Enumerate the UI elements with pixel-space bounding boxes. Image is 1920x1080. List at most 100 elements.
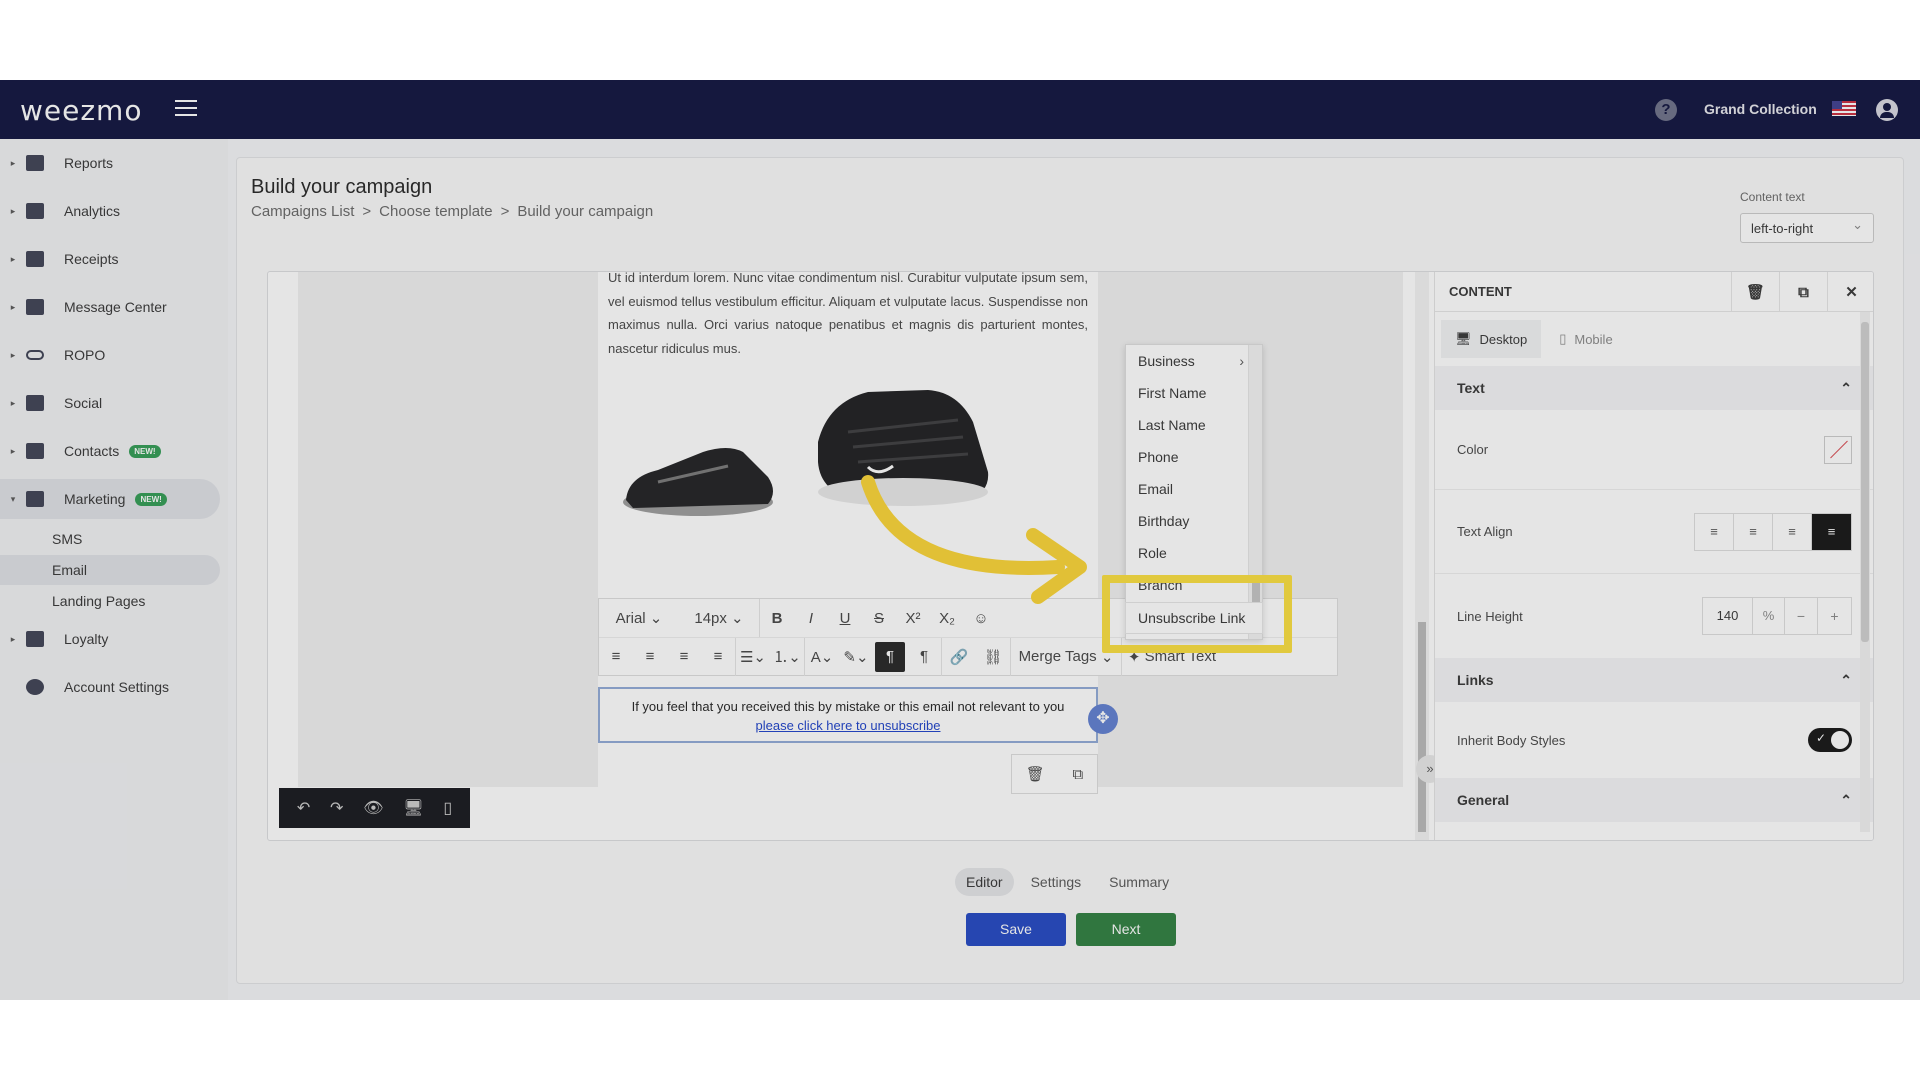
sidebar-sub-email[interactable]: Email (0, 555, 220, 585)
merge-item-business[interactable]: Business › (1126, 345, 1262, 377)
unlink-icon[interactable]: ⛓ (976, 638, 1010, 676)
unsubscribe-link[interactable]: please click here to unsubscribe (600, 716, 1096, 735)
panel-scrollbar[interactable] (1860, 312, 1870, 832)
panel-header: CONTENT 🗑 ⧉ ✕ (1435, 272, 1873, 312)
next-button[interactable]: Next (1076, 913, 1176, 946)
content-text-select[interactable]: left-to-right (1740, 213, 1874, 243)
sidebar-item-receipts[interactable]: ▸ Receipts (0, 239, 220, 279)
move-handle-icon[interactable]: ✥ (1088, 704, 1118, 734)
close-icon[interactable]: ✕ (1827, 272, 1873, 312)
us-flag-icon[interactable] (1832, 101, 1856, 116)
mobile-preview-icon[interactable]: ▯ (443, 798, 452, 818)
caret-right-icon: ▸ (10, 157, 16, 168)
redo-icon[interactable]: ↷ (330, 798, 343, 818)
highlight-color-icon[interactable]: ✎⌄ (839, 638, 873, 676)
lorem-paragraph[interactable]: Ut id interdum lorem. Nunc vitae condime… (608, 272, 1088, 360)
undo-icon[interactable]: ↶ (297, 798, 310, 818)
breadcrumb-choose-template[interactable]: Choose template (379, 203, 492, 220)
main-card: Build your campaign Campaigns List > Cho… (236, 157, 1904, 984)
line-height-input[interactable]: 140 (1703, 598, 1753, 634)
trash-icon[interactable]: 🗑 (1026, 765, 1045, 783)
megaphone-icon (26, 491, 44, 507)
desktop-preview-icon[interactable]: 🖥 (403, 798, 423, 818)
sidebar-sub-landing-pages[interactable]: Landing Pages (0, 586, 220, 616)
sidebar-sub-sms[interactable]: SMS (0, 524, 220, 554)
sidebar-item-account-settings[interactable]: Account Settings (0, 667, 220, 707)
tab-editor[interactable]: Editor (955, 868, 1014, 896)
tab-mobile[interactable]: ▯ Mobile (1545, 320, 1626, 358)
link-icon[interactable]: 🔗 (942, 638, 976, 676)
sidebar-item-loyalty[interactable]: ▸ Loyalty (0, 619, 220, 659)
merge-item-role[interactable]: Role (1126, 537, 1262, 569)
sidebar-item-ropo[interactable]: ▸ ROPO (0, 335, 220, 375)
breadcrumb-current: Build your campaign (517, 203, 654, 220)
sidebar-item-message-center[interactable]: ▸ Message Center (0, 287, 220, 327)
bold-icon[interactable]: B (760, 599, 794, 637)
inherit-body-styles-row: Inherit Body Styles ✓ (1435, 702, 1873, 778)
hamburger-menu-icon[interactable] (175, 100, 197, 118)
sidebar-item-marketing[interactable]: ▾ Marketing NEW! (0, 479, 220, 519)
section-text[interactable]: Text ⌃ (1435, 366, 1873, 410)
section-general[interactable]: General ⌃ (1435, 778, 1873, 822)
email-editor: Ut id interdum lorem. Nunc vitae condime… (267, 271, 1874, 841)
message-icon (26, 299, 44, 315)
org-name[interactable]: Grand Collection (1704, 101, 1817, 117)
preview-eye-icon[interactable]: 👁 (363, 798, 383, 818)
user-avatar-icon[interactable] (1876, 99, 1898, 121)
ltr-icon[interactable]: ¶ (875, 641, 905, 672)
line-height-row: Line Height 140 % − + (1435, 574, 1873, 658)
chevron-up-icon: ⌃ (1840, 671, 1852, 688)
align-right-icon[interactable]: ≡ (1773, 513, 1812, 550)
chevron-up-icon: ⌃ (1840, 791, 1852, 808)
align-justify-icon[interactable]: ≡ (701, 638, 735, 676)
rtl-icon[interactable]: ¶ (907, 638, 941, 676)
inherit-body-styles-toggle[interactable]: ✓ (1808, 728, 1852, 752)
align-left-icon[interactable]: ≡ (599, 638, 633, 676)
decrement-button[interactable]: − (1785, 598, 1818, 634)
duplicate-icon[interactable]: ⧉ (1072, 766, 1083, 783)
merge-item-first-name[interactable]: First Name (1126, 377, 1262, 409)
sidebar-item-social[interactable]: ▸ Social (0, 383, 220, 423)
sidebar-item-contacts[interactable]: ▸ Contacts NEW! (0, 431, 220, 471)
trash-icon[interactable]: 🗑 (1731, 272, 1779, 312)
underline-icon[interactable]: U (828, 599, 862, 637)
align-center-icon[interactable]: ≡ (633, 638, 667, 676)
sidebar-item-analytics[interactable]: ▸ Analytics (0, 191, 220, 231)
receipt-icon (26, 251, 44, 267)
numbered-list-icon[interactable]: ⒈⌄ (770, 638, 804, 676)
tab-desktop[interactable]: 🖥 Desktop (1441, 320, 1542, 358)
align-right-icon[interactable]: ≡ (667, 638, 701, 676)
tag-icon (26, 631, 44, 647)
line-height-control: 140 % − + (1702, 597, 1852, 635)
merge-item-birthday[interactable]: Birthday (1126, 505, 1262, 537)
align-justify-icon[interactable]: ≡ (1812, 513, 1851, 550)
breadcrumb-campaigns-list[interactable]: Campaigns List (251, 203, 354, 220)
italic-icon[interactable]: I (794, 599, 828, 637)
unsubscribe-text-block[interactable]: If you feel that you received this by mi… (598, 687, 1098, 743)
align-center-icon[interactable]: ≡ (1734, 513, 1773, 550)
sidebar-item-reports[interactable]: ▸ Reports (0, 143, 220, 183)
caret-right-icon: ▸ (10, 301, 16, 312)
increment-button[interactable]: + (1818, 598, 1851, 634)
section-links[interactable]: Links ⌃ (1435, 658, 1873, 702)
bullet-list-icon[interactable]: ☰⌄ (736, 638, 770, 676)
duplicate-icon[interactable]: ⧉ (1779, 272, 1827, 312)
tab-summary[interactable]: Summary (1098, 868, 1180, 896)
caret-right-icon: ▸ (10, 397, 16, 408)
tab-settings[interactable]: Settings (1020, 868, 1093, 896)
merge-item-last-name[interactable]: Last Name (1126, 409, 1262, 441)
editor-bottom-toolbar: ↶ ↷ 👁 🖥 ▯ (279, 788, 470, 828)
chevron-up-icon: ⌃ (1840, 379, 1852, 396)
save-button[interactable]: Save (966, 913, 1066, 946)
align-left-icon[interactable]: ≡ (1695, 513, 1734, 550)
sneaker-image-left[interactable] (618, 422, 778, 522)
text-color-icon[interactable]: A⌄ (805, 638, 839, 676)
color-picker[interactable] (1824, 435, 1852, 464)
font-select[interactable]: Arial ⌄ (599, 599, 679, 637)
help-icon[interactable]: ? (1655, 99, 1677, 121)
merge-item-email[interactable]: Email (1126, 473, 1262, 505)
merge-item-phone[interactable]: Phone (1126, 441, 1262, 473)
breadcrumb-separator: > (362, 203, 372, 220)
weezmo-logo[interactable]: weezmo (20, 94, 142, 127)
font-size-select[interactable]: 14px ⌄ (679, 599, 759, 637)
